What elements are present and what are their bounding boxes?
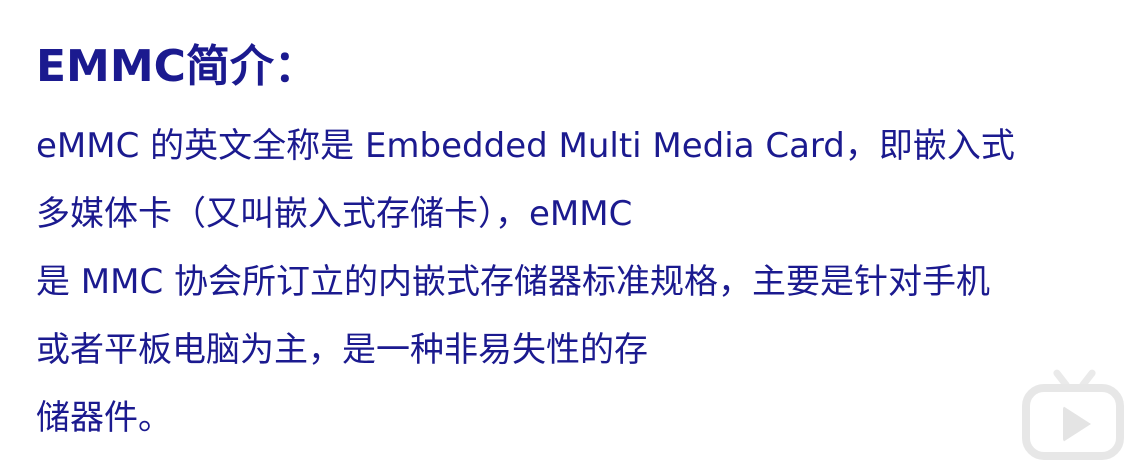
body-line-2: 多媒体卡（又叫嵌入式存储卡），eMMC — [36, 194, 633, 234]
body-line-3: 是 MMC 协会所订立的内嵌式存储器标准规格，主要是针对手机 — [36, 262, 991, 302]
body-line-1: eMMC 的英文全称是 Embedded Multi Media Card，即嵌… — [36, 126, 1015, 166]
body-line-4: 或者平板电脑为主，是一种非易失性的存 — [36, 330, 648, 370]
play-triangle-icon — [1063, 406, 1091, 442]
tv-play-icon — [1018, 368, 1134, 460]
slide-page: EMMC简介： eMMC 的英文全称是 Embedded Multi Media… — [0, 0, 1141, 463]
body-line-5: 储器件。 — [36, 398, 172, 438]
slide-body: eMMC 的英文全称是 Embedded Multi Media Card，即嵌… — [36, 112, 1116, 452]
slide-title: EMMC简介： — [36, 41, 318, 92]
